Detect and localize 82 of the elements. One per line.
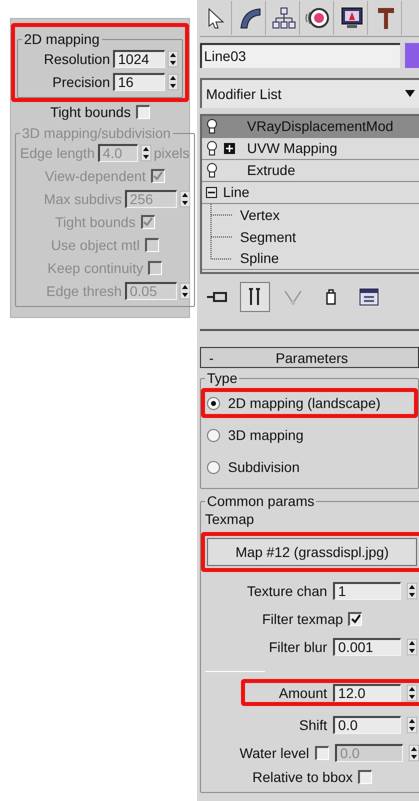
radio-button[interactable] bbox=[207, 460, 220, 474]
texmap-label: Texmap bbox=[205, 511, 256, 528]
field-label: Resolution bbox=[42, 50, 110, 66]
rollout-title: Parameters bbox=[274, 350, 350, 366]
stack-item[interactable]: UVW Mapping bbox=[202, 138, 419, 160]
spinner-icon[interactable] bbox=[407, 582, 418, 599]
pin-icon bbox=[206, 290, 228, 304]
radio-label: Subdivision bbox=[228, 459, 300, 476]
spinner-field[interactable]: 0.001 bbox=[333, 638, 402, 656]
spinner-icon[interactable] bbox=[168, 50, 178, 66]
map-button[interactable]: Map #12 (grassdispl.jpg) bbox=[207, 538, 418, 566]
field-label: Amount bbox=[278, 684, 328, 701]
rollout-header[interactable]: - Parameters bbox=[200, 347, 419, 368]
checkbox-label: Filter texmap bbox=[262, 610, 344, 627]
spinner-icon[interactable] bbox=[407, 638, 418, 655]
stack-item[interactable]: Line bbox=[202, 182, 419, 204]
field-label: Texture chan bbox=[247, 582, 328, 599]
caret-icon bbox=[405, 90, 415, 98]
spinner-icon[interactable] bbox=[168, 74, 178, 90]
sub-object-item[interactable]: Spline bbox=[202, 248, 419, 270]
spinner-icon[interactable] bbox=[180, 190, 190, 206]
spinner-field[interactable]: 1024 bbox=[113, 50, 165, 68]
trash-icon bbox=[324, 288, 338, 306]
field-label: Filter blur bbox=[268, 638, 328, 655]
checkbox[interactable] bbox=[315, 746, 330, 760]
color-swatch[interactable] bbox=[405, 43, 419, 68]
field-label: Edge length bbox=[20, 144, 95, 160]
checkbox[interactable] bbox=[358, 770, 372, 784]
checkbox-label: Use object mtl bbox=[51, 236, 140, 252]
spinner-field[interactable]: 12.0 bbox=[333, 684, 402, 702]
checkbox-label: Tight bounds bbox=[50, 104, 131, 120]
group-title: 2D mapping bbox=[23, 31, 100, 47]
sub-object-item[interactable]: Vertex bbox=[202, 204, 419, 226]
stack-item[interactable]: Extrude bbox=[202, 160, 419, 182]
field-label: Shift bbox=[298, 716, 328, 733]
stack-item-label: Spline bbox=[240, 250, 279, 266]
field-label: Edge thresh bbox=[45, 282, 122, 298]
spinner-icon[interactable] bbox=[407, 684, 418, 701]
checkbox-label: Relative to bbox bbox=[252, 768, 353, 785]
group-title: 3D mapping/subdivision bbox=[21, 125, 172, 141]
radio-button[interactable] bbox=[207, 396, 220, 410]
pillars-icon bbox=[248, 286, 262, 307]
tree-line-icon bbox=[210, 204, 234, 226]
spinner-icon[interactable] bbox=[180, 282, 190, 298]
grid-window-icon bbox=[359, 288, 379, 306]
radio-button[interactable] bbox=[207, 428, 220, 442]
modifier-list-dropdown[interactable]: Modifier List bbox=[200, 78, 419, 108]
checkbox-label: View-dependent bbox=[44, 168, 146, 184]
checkbox-label: Tight bounds bbox=[55, 214, 136, 230]
field-label: Max subdivs bbox=[42, 190, 122, 206]
spinner-icon[interactable] bbox=[407, 716, 418, 733]
spinner-field[interactable]: 1 bbox=[333, 582, 402, 600]
stack-item[interactable]: VRayDisplacementMod bbox=[202, 116, 419, 138]
spinner-icon[interactable] bbox=[409, 744, 419, 761]
stack-item-label: Extrude bbox=[247, 162, 296, 178]
spinner-field[interactable]: 0.0 bbox=[333, 716, 402, 734]
checkbox[interactable] bbox=[136, 104, 150, 118]
stack-item-label: Vertex bbox=[240, 206, 280, 223]
field-label: Precision bbox=[51, 74, 110, 90]
spinner-field[interactable]: 16 bbox=[113, 72, 165, 90]
plus-box-icon[interactable] bbox=[224, 142, 235, 154]
group-title: Common params bbox=[206, 493, 316, 510]
stack-item-label: Line bbox=[223, 184, 250, 200]
lightbulb-icon[interactable] bbox=[206, 140, 218, 156]
stack-item-label: VRayDisplacementMod bbox=[247, 118, 394, 134]
radio-label: 3D mapping bbox=[228, 427, 304, 444]
lightbulb-icon[interactable] bbox=[206, 162, 218, 178]
radio-label: 2D mapping (landscape) bbox=[228, 395, 381, 412]
minus-box-icon[interactable] bbox=[206, 186, 217, 198]
unit-label: pixels bbox=[154, 144, 190, 160]
checkbox-label: Keep continuity bbox=[48, 260, 144, 276]
sub-object-item[interactable]: Segment bbox=[202, 226, 419, 248]
spinner-icon[interactable] bbox=[140, 144, 151, 160]
stack-tool-button[interactable] bbox=[240, 282, 270, 312]
stack-item-label: UVW Mapping bbox=[247, 140, 338, 156]
collapse-toggle[interactable]: - bbox=[209, 350, 214, 366]
group-title: Type bbox=[206, 370, 238, 386]
field-label: Water level bbox=[238, 744, 310, 761]
object-name-field[interactable]: Line03 bbox=[200, 43, 400, 68]
stack-item-label: Segment bbox=[240, 228, 296, 245]
checkbox[interactable] bbox=[348, 612, 362, 626]
lightbulb-icon[interactable] bbox=[206, 118, 218, 134]
